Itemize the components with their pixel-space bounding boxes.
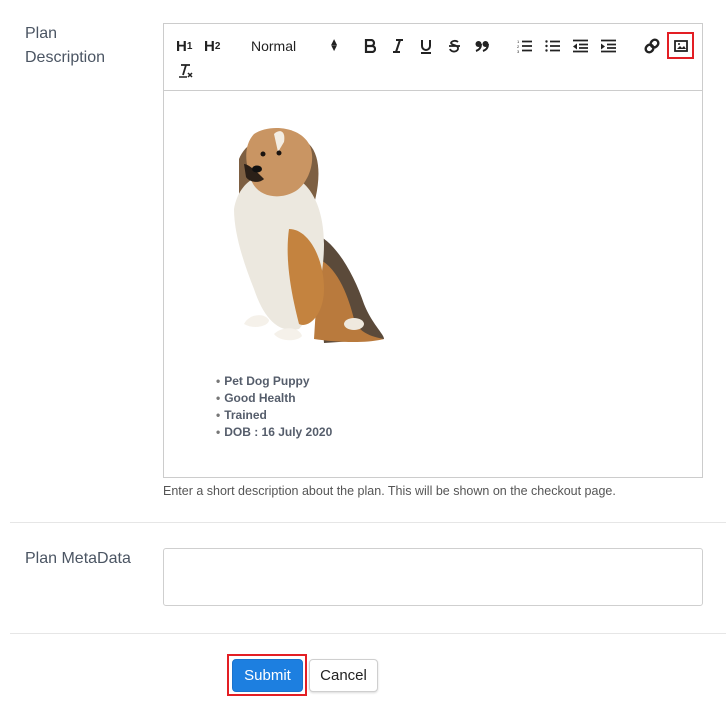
image-button[interactable]	[667, 32, 694, 59]
bullet-list-icon	[544, 40, 560, 52]
submit-button[interactable]: Submit	[232, 659, 303, 692]
plan-metadata-label: Plan MetaData	[25, 550, 131, 567]
bullet-item: DOB : 16 July 2020	[216, 424, 332, 441]
h1-button[interactable]: H1	[176, 35, 192, 57]
blockquote-icon	[475, 41, 489, 52]
bullet-item: Pet Dog Puppy	[216, 373, 332, 390]
strikethrough-icon	[448, 39, 460, 53]
indent-icon	[600, 39, 616, 53]
bullet-item: Trained	[216, 407, 332, 424]
plan-description-label: Plan Description	[25, 25, 106, 66]
clear-format-icon	[179, 64, 193, 78]
bullet-item: Good Health	[216, 390, 332, 407]
section-divider	[10, 633, 726, 634]
image-icon	[673, 39, 688, 52]
h2-button[interactable]: H2	[204, 35, 220, 57]
underline-icon	[421, 39, 431, 54]
select-arrows-icon: ▲ ▼	[329, 37, 339, 54]
sitting-dog-image	[234, 128, 384, 343]
section-divider	[10, 522, 726, 523]
outdent-icon	[572, 39, 588, 53]
editor-toolbar: H1 H2 Normal ▲ ▼ 123	[164, 24, 702, 91]
h2-subscript: 2	[214, 40, 221, 52]
indent-button[interactable]	[600, 35, 616, 57]
link-icon	[644, 38, 660, 54]
bold-button[interactable]	[362, 35, 378, 57]
h1-icon: H	[176, 37, 187, 55]
rich-text-editor[interactable]: H1 H2 Normal ▲ ▼ 123 • Pet Dog Puppy • G…	[163, 23, 703, 478]
bullet-list-button[interactable]	[544, 35, 560, 57]
italic-icon	[393, 39, 403, 53]
bold-icon	[364, 39, 376, 53]
blockquote-button[interactable]	[474, 35, 490, 57]
link-button[interactable]	[643, 35, 661, 57]
ordered-list-button[interactable]: 123	[516, 35, 532, 57]
format-select[interactable]: Normal ▲ ▼	[251, 35, 339, 57]
italic-button[interactable]	[390, 35, 406, 57]
plan-metadata-input[interactable]	[163, 548, 703, 606]
ordered-list-icon: 123	[517, 39, 532, 53]
h2-icon: H	[204, 37, 215, 55]
description-bullets: Pet Dog Puppy Good Health Trained DOB : …	[216, 373, 332, 441]
plan-description-help: Enter a short description about the plan…	[163, 484, 616, 498]
strikethrough-button[interactable]	[446, 35, 462, 57]
cancel-button[interactable]: Cancel	[309, 659, 378, 692]
outdent-button[interactable]	[572, 35, 588, 57]
clear-format-button[interactable]	[178, 60, 194, 82]
h1-subscript: 1	[186, 40, 193, 52]
format-select-value: Normal	[251, 38, 297, 54]
underline-button[interactable]	[418, 35, 434, 57]
svg-text:3: 3	[517, 49, 520, 53]
